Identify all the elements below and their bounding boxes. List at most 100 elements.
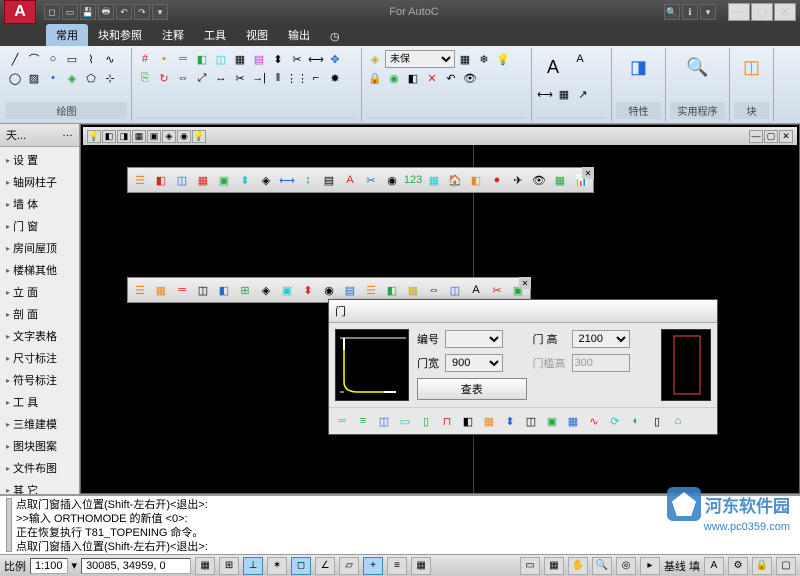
lock-toggle[interactable]: 🔒: [752, 557, 772, 575]
explode-tool[interactable]: ✸: [326, 69, 344, 87]
qat-save[interactable]: 💾: [80, 4, 96, 20]
model-toggle[interactable]: ▭: [520, 557, 540, 575]
elev-tool[interactable]: ⬍: [269, 50, 287, 68]
ds-17[interactable]: ⌂: [668, 411, 688, 431]
ftb2-5[interactable]: ◧: [214, 280, 234, 300]
dim-linear[interactable]: ⟷: [536, 85, 554, 103]
props-palette[interactable]: ◨: [622, 50, 656, 84]
column-tool[interactable]: ▪: [155, 50, 173, 68]
sidebar-item-axis[interactable]: 轴网柱子: [2, 171, 77, 193]
ftb1-14[interactable]: 123: [403, 170, 423, 190]
extend-tool[interactable]: →|: [250, 69, 268, 87]
door-plan-preview[interactable]: [335, 329, 409, 401]
input-number[interactable]: [445, 330, 503, 348]
sidebar-item-elev[interactable]: 立 面: [2, 281, 77, 303]
sidebar-item-stair[interactable]: 楼梯其他: [2, 259, 77, 281]
leader-tool[interactable]: ↗: [574, 85, 592, 103]
ds-1[interactable]: ═: [332, 411, 352, 431]
ds-10[interactable]: ◫: [521, 411, 541, 431]
layer-tool6[interactable]: ◉: [177, 130, 191, 143]
sidebar-item-other[interactable]: 其 它: [2, 479, 77, 494]
qat-new[interactable]: ◻: [44, 4, 60, 20]
layer-prev[interactable]: ↶: [442, 69, 460, 87]
mirror-tool[interactable]: ⇔: [174, 69, 192, 87]
ftb1-19[interactable]: ✈: [508, 170, 528, 190]
stair-tool[interactable]: ▤: [250, 50, 268, 68]
sidebar-item-block[interactable]: 图块图案: [2, 435, 77, 457]
lookup-button[interactable]: 查表: [417, 378, 527, 400]
tab-blocks[interactable]: 块和参照: [88, 24, 152, 46]
cleanscreen-toggle[interactable]: ▢: [776, 557, 796, 575]
command-line[interactable]: 点取门窗插入位置(Shift-左右开)<退出>: >>输入 ORTHOMODE …: [0, 494, 800, 554]
construction-tool[interactable]: ⊹: [101, 69, 119, 87]
ds-15[interactable]: ◐: [626, 411, 646, 431]
layer-walk[interactable]: 👁: [461, 69, 479, 87]
ds-7[interactable]: ◧: [458, 411, 478, 431]
ds-2[interactable]: ≡: [353, 411, 373, 431]
ftb1-4[interactable]: ▦: [193, 170, 213, 190]
ds-14[interactable]: ⟳: [605, 411, 625, 431]
polar-toggle[interactable]: ✶: [267, 557, 287, 575]
sidebar-item-symbol[interactable]: 符号标注: [2, 369, 77, 391]
spline-tool[interactable]: ∿: [101, 50, 119, 68]
ds-8[interactable]: ▦: [479, 411, 499, 431]
layer-color[interactable]: ◉: [385, 69, 403, 87]
layer-tool2[interactable]: ◨: [117, 130, 131, 143]
point-tool[interactable]: •: [44, 69, 62, 87]
ds-5[interactable]: ▯: [416, 411, 436, 431]
ftb2-9[interactable]: ⬍: [298, 280, 318, 300]
ftb1-18[interactable]: ●: [487, 170, 507, 190]
qat-more[interactable]: ▾: [152, 4, 168, 20]
ftb1-16[interactable]: 🏠: [445, 170, 465, 190]
dyn-toggle[interactable]: +: [363, 557, 383, 575]
layer-bulb2-icon[interactable]: 💡: [192, 130, 206, 143]
ftb2-4[interactable]: ◫: [193, 280, 213, 300]
tab-view[interactable]: 视图: [236, 24, 278, 46]
tab-annotate[interactable]: 注释: [152, 24, 194, 46]
ftb1-9[interactable]: ↕: [298, 170, 318, 190]
ds-16[interactable]: ▯: [647, 411, 667, 431]
ftb2-12[interactable]: ☰: [361, 280, 381, 300]
cmdline-grip[interactable]: [6, 498, 12, 552]
array-tool[interactable]: ⋮⋮: [288, 69, 306, 87]
ds-12[interactable]: ▦: [563, 411, 583, 431]
ftb1-close-icon[interactable]: ✕: [582, 167, 594, 179]
text-big[interactable]: A: [536, 50, 570, 84]
layer-match[interactable]: ◧: [404, 69, 422, 87]
ftb2-15[interactable]: ⇔: [424, 280, 444, 300]
section-tool[interactable]: ✂: [288, 50, 306, 68]
ftb1-13[interactable]: ◉: [382, 170, 402, 190]
ftb1-21[interactable]: ▦: [550, 170, 570, 190]
layer-del[interactable]: ✕: [423, 69, 441, 87]
ducs-toggle[interactable]: ▱: [339, 557, 359, 575]
sidebar-item-dim[interactable]: 尺寸标注: [2, 347, 77, 369]
ftb1-12[interactable]: ✂: [361, 170, 381, 190]
move-tool[interactable]: ✥: [326, 50, 344, 68]
sidebar-item-tools[interactable]: 工 具: [2, 391, 77, 413]
sidebar-item-wall[interactable]: 墙 体: [2, 193, 77, 215]
window-tool[interactable]: ◫: [212, 50, 230, 68]
tab-extra[interactable]: ◷: [320, 27, 350, 46]
ftb2-18[interactable]: ✂: [487, 280, 507, 300]
qat-print[interactable]: 🖶: [98, 4, 114, 20]
ds-4[interactable]: ▭: [395, 411, 415, 431]
ftb2-7[interactable]: ◈: [256, 280, 276, 300]
sidebar-item-section[interactable]: 剖 面: [2, 303, 77, 325]
tab-common[interactable]: 常用: [46, 24, 88, 46]
snap-toggle[interactable]: ▦: [195, 557, 215, 575]
door-elev-preview[interactable]: [661, 329, 711, 401]
ftb1-1[interactable]: ☰: [130, 170, 150, 190]
polyline-tool[interactable]: ⌇: [82, 50, 100, 68]
sidebar-item-door[interactable]: 门 窗: [2, 215, 77, 237]
app-logo[interactable]: A: [4, 0, 36, 24]
sidebar-item-3d[interactable]: 三维建模: [2, 413, 77, 435]
sidebar-item-layout[interactable]: 文件布图: [2, 457, 77, 479]
layer-bulb-icon[interactable]: 💡: [87, 130, 101, 143]
grid-toggle[interactable]: ⊞: [219, 557, 239, 575]
layer-tool3[interactable]: ▦: [132, 130, 146, 143]
annoscale-toggle[interactable]: A: [704, 557, 724, 575]
info-icon[interactable]: ℹ: [682, 4, 698, 20]
trim-tool[interactable]: ✂: [231, 69, 249, 87]
tab-output[interactable]: 输出: [278, 24, 320, 46]
qat-undo[interactable]: ↶: [116, 4, 132, 20]
